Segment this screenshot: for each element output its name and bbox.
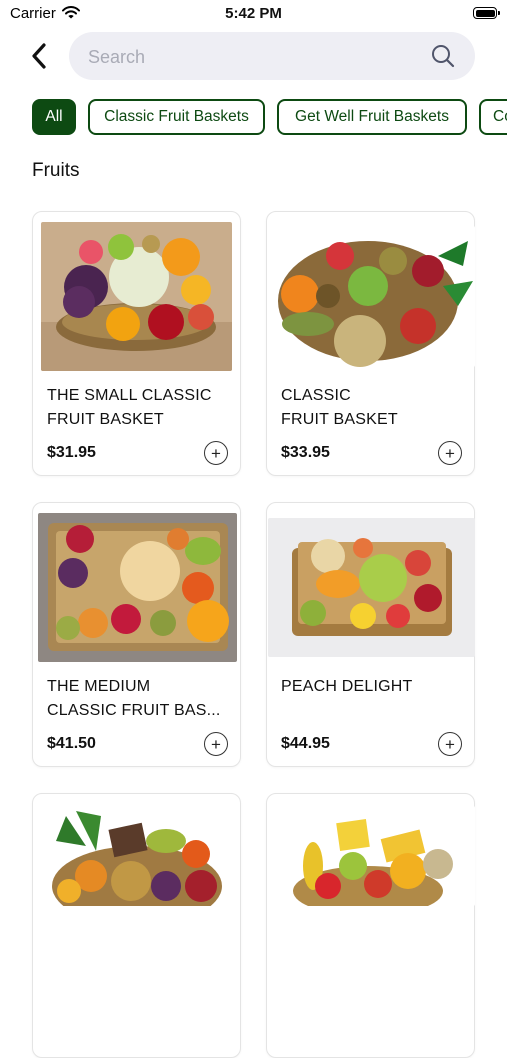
product-image [268,806,475,906]
product-price: $33.95 [281,444,330,461]
search-icon[interactable] [431,44,455,73]
product-name-line: CLASSIC FRUIT BAS... [47,702,221,719]
product-price: $41.50 [47,735,96,752]
add-to-cart-button[interactable]: + [438,732,462,756]
category-chip-get-well-fruit-baskets[interactable]: Get Well Fruit Baskets [277,99,467,135]
chip-label: All [45,108,63,125]
product-card[interactable]: PEACH DELIGHT $44.95 + [266,502,475,767]
product-name-line: THE MEDIUM [47,678,151,695]
product-image [38,513,237,662]
plus-icon: + [445,443,455,463]
chip-label: Classic Fruit Baskets [104,108,249,125]
section-title: Fruits [32,160,80,181]
category-chip-all[interactable]: All [32,99,76,135]
search-input[interactable] [86,32,420,82]
product-card[interactable]: CLASSIC FRUIT BASKET $33.95 + [266,211,475,476]
product-name: THE MEDIUM CLASSIC FRUIT BAS... [47,675,227,723]
add-to-cart-button[interactable]: + [438,441,462,465]
battery-icon [473,7,500,19]
product-name-line: CLASSIC [281,387,351,404]
plus-icon: + [211,443,221,463]
product-price: $31.95 [47,444,96,461]
product-image [268,226,475,367]
product-name-line: FRUIT BASKET [47,411,164,428]
product-card[interactable]: THE MEDIUM CLASSIC FRUIT BAS... $41.50 + [32,502,241,767]
product-name-line: THE SMALL CLASSIC [47,387,212,404]
back-chevron-icon [32,43,46,69]
category-chip-classic-fruit-baskets[interactable]: Classic Fruit Baskets [88,99,265,135]
product-name-line: FRUIT BASKET [281,411,398,428]
product-card[interactable] [266,793,475,1058]
chip-label: Get Well Fruit Baskets [295,108,449,125]
category-chips: All Classic Fruit Baskets Get Well Fruit… [32,99,507,135]
back-button[interactable] [24,38,54,74]
clock: 5:42 PM [225,5,282,22]
category-chip-more[interactable]: Co [479,99,507,135]
product-name: PEACH DELIGHT [281,675,461,699]
plus-icon: + [445,734,455,754]
product-price: $44.95 [281,735,330,752]
product-name: THE SMALL CLASSIC FRUIT BASKET [47,384,227,432]
add-to-cart-button[interactable]: + [204,732,228,756]
plus-icon: + [211,734,221,754]
add-to-cart-button[interactable]: + [204,441,228,465]
product-image [268,518,475,657]
chip-label: Co [493,108,507,125]
product-image [41,806,234,906]
search-bar [69,32,475,82]
product-image [41,222,232,371]
product-name: CLASSIC FRUIT BASKET [281,384,461,432]
product-name-line: PEACH DELIGHT [281,678,413,695]
product-card[interactable]: THE SMALL CLASSIC FRUIT BASKET $31.95 + [32,211,241,476]
product-card[interactable] [32,793,241,1058]
status-bar: Carrier 5:42 PM [0,0,507,28]
